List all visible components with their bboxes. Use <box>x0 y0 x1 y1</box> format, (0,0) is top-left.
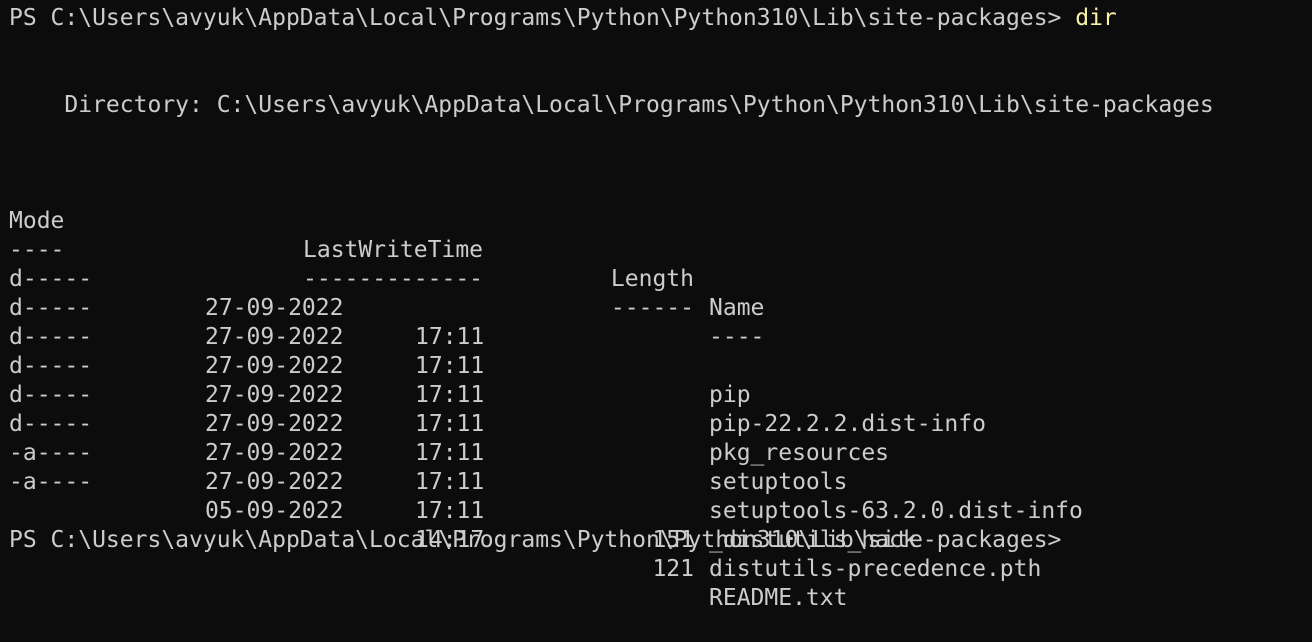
directory-line: Directory: C:\Users\avyuk\AppData\Local\… <box>9 92 1214 118</box>
row-name: distutils-precedence.pth <box>709 556 1042 582</box>
row-date: 27-09-2022 <box>205 469 344 495</box>
row-name: setuptools-63.2.0.dist-info <box>709 498 1083 524</box>
table-row: d----- 27-09-2022 17:11 _distutils_hack <box>0 381 1312 553</box>
row-date: 05-09-2022 <box>205 498 344 524</box>
table-row: d----- 27-09-2022 17:11 setuptools <box>0 323 1312 495</box>
table-header-underline: ---- ------------- ------ ---- <box>0 207 1312 350</box>
prompt-line-bottom[interactable]: PS C:\Users\avyuk\AppData\Local\Programs… <box>9 526 1061 555</box>
row-time: 17:11 <box>415 469 485 495</box>
row-length: 121 <box>652 556 694 582</box>
table-row: d----- 27-09-2022 17:11 pip <box>0 236 1312 408</box>
row-name: README.txt <box>709 585 848 611</box>
table-header: Mode LastWriteTime Length Name <box>0 178 1312 321</box>
table-row: d----- 27-09-2022 17:11 pip-22.2.2.dist-… <box>0 265 1312 437</box>
prompt-text: PS C:\Users\avyuk\AppData\Local\Programs… <box>9 5 1076 31</box>
command-text: dir <box>1075 5 1117 31</box>
row-time: 17:11 <box>415 498 485 524</box>
table-row: -a---- 27-09-2022 17:11 151 distutils-pr… <box>0 410 1312 582</box>
table-row: d----- 27-09-2022 17:11 setuptools-63.2.… <box>0 352 1312 524</box>
row-mode: -a---- <box>9 469 93 495</box>
prompt-line-top: PS C:\Users\avyuk\AppData\Local\Programs… <box>9 4 1117 33</box>
table-row: d----- 27-09-2022 17:11 pkg_resources <box>0 294 1312 466</box>
row-name: setuptools <box>709 469 848 495</box>
table-row: -a---- 05-09-2022 14:17 121 README.txt <box>0 439 1312 611</box>
